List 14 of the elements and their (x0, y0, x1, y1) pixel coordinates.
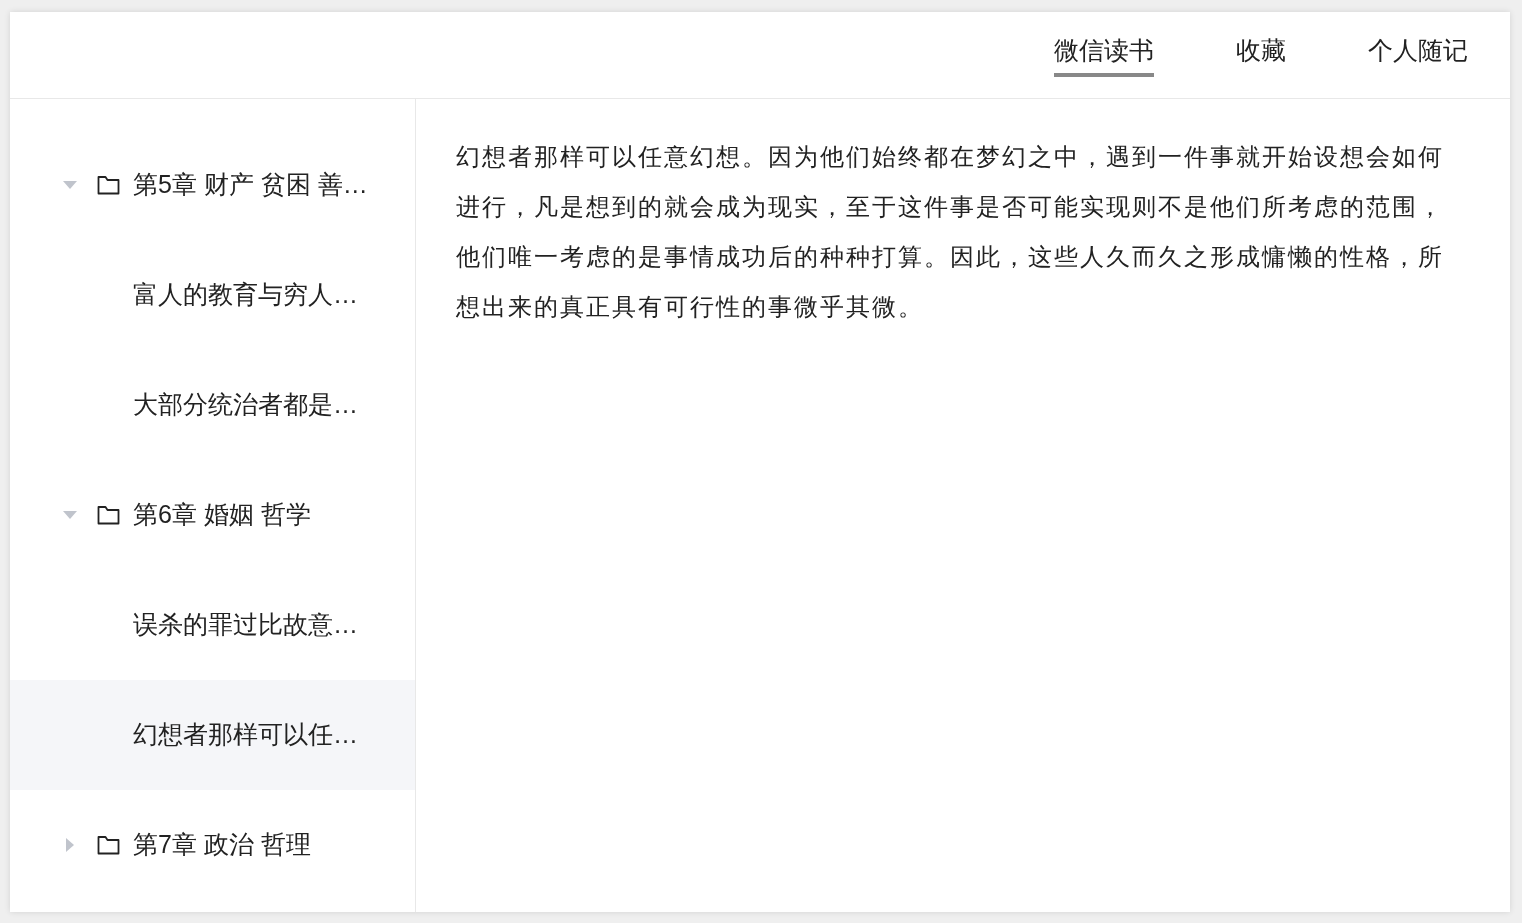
tree-item[interactable]: 误杀的罪过比故意… (10, 570, 415, 680)
tree-item[interactable]: 幻想者那样可以任… (10, 680, 415, 790)
folder-icon (97, 175, 120, 195)
folder-icon (97, 505, 120, 525)
tree-item[interactable]: 第5章 财产 贫困 善… (10, 130, 415, 240)
tree-item[interactable]: 大部分统治者都是… (10, 350, 415, 460)
nav-tab[interactable]: 微信读书 (1054, 34, 1154, 77)
nav-tab[interactable]: 个人随记 (1368, 34, 1468, 77)
tree-item[interactable]: 富人的教育与穷人… (10, 240, 415, 350)
folder-icon (97, 835, 120, 855)
tree-item[interactable]: 第7章 政治 哲理 (10, 790, 415, 900)
tree-item[interactable]: 第6章 婚姻 哲学 (10, 460, 415, 570)
article-paragraph: 幻想者那样可以任意幻想。因为他们始终都在梦幻之中，遇到一件事就开始设想会如何进行，凡是想到的就会成为现实，至于这件事是否可能实现则不是他们所考虑的范围，他们唯一考虑的是事情成功后的种种打算。因此，这些人久而久之形成慵懒的性格，所想出来的真正具有可行性的事微乎其微。 (456, 142, 1445, 322)
nav-tab[interactable]: 收藏 (1236, 34, 1286, 77)
